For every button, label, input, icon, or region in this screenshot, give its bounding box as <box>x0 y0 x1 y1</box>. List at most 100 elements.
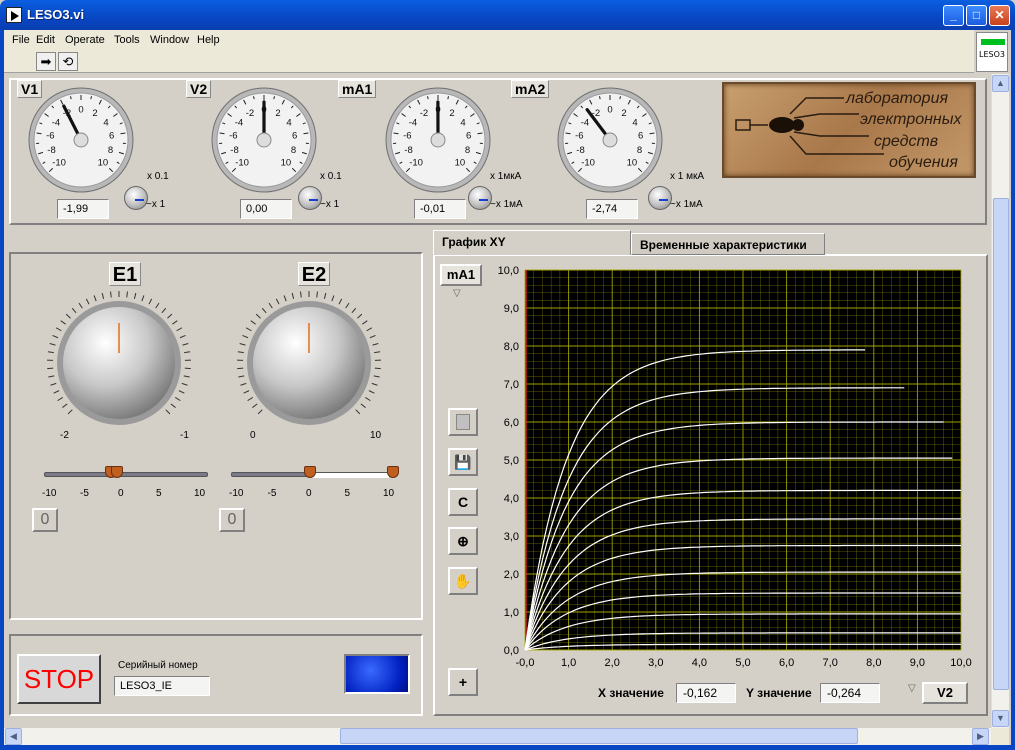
source-label-e1: E1 <box>109 262 141 286</box>
vertical-scrollbar[interactable]: ▲ ▼ <box>991 74 1009 728</box>
vi-connector-icon: LESO3 <box>976 32 1008 72</box>
zoom-icon[interactable]: ⊕ <box>448 527 478 555</box>
source-knob-e2[interactable] <box>234 288 384 438</box>
slider-tick-label: -5 <box>80 488 89 499</box>
y-tick-label: 9,0 <box>504 303 519 315</box>
scroll-right-icon[interactable]: ▶ <box>972 728 989 745</box>
gauge-dial: -10-8-6-4-20246810 <box>28 87 134 193</box>
run-arrow-icon[interactable]: ➡ <box>36 52 56 71</box>
range-selector-knob[interactable] <box>124 186 148 210</box>
scroll-up-icon[interactable]: ▲ <box>992 75 1009 92</box>
save-icon[interactable]: 💾 <box>448 448 478 476</box>
y-tick-label: 1,0 <box>504 607 519 619</box>
knob-min-label: -2 <box>60 430 69 441</box>
pan-hand-icon[interactable]: ✋ <box>448 567 478 595</box>
close-button[interactable]: ✕ <box>989 5 1010 26</box>
maximize-button[interactable]: □ <box>966 5 987 26</box>
x-tick-label: 7,0 <box>823 657 838 669</box>
xy-graph-svg: 0,0 1,0 2,0 3,0 4,0 5,0 6,0 7,0 8,0 9,0 10,0 -0,0 1,… <box>498 265 972 669</box>
menu-tools[interactable]: Tools <box>114 34 140 46</box>
meter-readout-ma2: -2,74 <box>586 199 638 219</box>
gauge-v1: -10-8-6-4-20246810 <box>27 86 135 194</box>
gauge-tick-label: -6 <box>575 131 583 142</box>
menu-edit[interactable]: Edit <box>36 34 55 46</box>
gauge-tick-label: -10 <box>52 157 66 168</box>
gauge-tick-label: -4 <box>409 117 417 128</box>
gauge-tick-label: -6 <box>229 131 237 142</box>
slider-thumb-secondary[interactable] <box>110 466 123 478</box>
gauge-tick-label: 8 <box>108 145 113 156</box>
gauge-tick-label: -4 <box>581 117 589 128</box>
source-slider-track[interactable] <box>44 472 208 477</box>
gauge-tick-label: 2 <box>275 108 280 119</box>
gauge-tick-label: -8 <box>230 145 238 156</box>
vertical-scroll-thumb[interactable] <box>993 198 1009 690</box>
y-channel-selector[interactable]: mA1 <box>440 264 482 286</box>
range-label-bottom: ~x 1 <box>146 199 166 210</box>
x-channel-arrow-icon[interactable]: ▽ <box>908 683 916 694</box>
cursor-crosshair-icon[interactable]: + <box>448 668 478 696</box>
graph-tool-blank[interactable] <box>448 408 478 436</box>
gauge-tick-label: -8 <box>576 145 584 156</box>
scroll-left-icon[interactable]: ◀ <box>5 728 22 745</box>
source-knob-e1[interactable] <box>44 288 194 438</box>
slider-thumb-secondary[interactable] <box>387 466 399 478</box>
slider-tick-label: 10 <box>383 488 395 499</box>
badge-green-bar <box>981 39 1005 45</box>
range-selector-knob[interactable] <box>648 186 672 210</box>
knob-min-label: 0 <box>250 430 256 441</box>
x-tick-label: 2,0 <box>605 657 620 669</box>
status-led <box>344 654 410 694</box>
range-selector-knob[interactable] <box>298 186 322 210</box>
logo-line-1: лаборатория <box>846 90 949 107</box>
x-tick-label: 8,0 <box>866 657 881 669</box>
leso-logo: лаборатория электронных средств обучения <box>722 82 976 178</box>
y-tick-label: 3,0 <box>504 531 519 543</box>
horizontal-scrollbar[interactable]: ◀ ▶ <box>4 728 991 745</box>
minimize-button[interactable]: _ <box>943 5 964 26</box>
source-label-e2: E2 <box>298 262 330 286</box>
serial-field: LESO3_IE <box>114 676 210 696</box>
title-bar: LESO3.vi _ □ ✕ <box>0 0 1015 30</box>
range-label-top: x 1 мкА <box>670 171 705 182</box>
gauge-tick-label: -2 <box>420 108 428 119</box>
meter-label-v2: V2 <box>186 80 212 98</box>
run-continuously-icon[interactable]: ⟲ <box>58 52 78 71</box>
x-value-label: X значение <box>598 686 664 700</box>
menu-bar: File Edit Operate Tools Window Help <box>4 30 974 50</box>
range-selector-knob[interactable] <box>468 186 492 210</box>
gauge-tick-label: -10 <box>581 157 595 168</box>
y-channel-arrow-icon[interactable]: ▽ <box>453 288 461 299</box>
meter-label-ma1: mA1 <box>338 80 377 98</box>
logo-line-2: электронных <box>860 111 962 128</box>
slider-thumb[interactable] <box>304 466 316 478</box>
gauge-tick-label: 6 <box>292 131 297 142</box>
scroll-down-icon[interactable]: ▼ <box>992 710 1009 727</box>
menu-operate[interactable]: Operate <box>65 34 105 46</box>
gauge-tick-label: 4 <box>632 117 637 128</box>
horizontal-scroll-thumb[interactable] <box>340 728 858 744</box>
y-tick-label: 8,0 <box>504 341 519 353</box>
gauge-tick-label: 0 <box>78 105 83 116</box>
gauge-tick-label: 4 <box>286 117 291 128</box>
x-tick-label: 9,0 <box>910 657 925 669</box>
range-label-bottom: ~x 1мА <box>490 199 523 210</box>
tab-xy-graph[interactable]: График XY <box>433 230 631 255</box>
slider-tick-label: 0 <box>118 488 124 499</box>
menu-help[interactable]: Help <box>197 34 220 46</box>
gauge-tick-label: -6 <box>403 131 411 142</box>
slider-tick-label: 0 <box>306 488 312 499</box>
gauge-tick-label: 6 <box>109 131 114 142</box>
stop-button[interactable]: STOP <box>17 654 101 704</box>
logo-line-4: обучения <box>889 154 958 171</box>
x-channel-selector[interactable]: V2 <box>922 682 968 704</box>
tab-time-characteristics[interactable]: Временные характеристики <box>631 233 825 255</box>
gauge-tick-label: 2 <box>92 108 97 119</box>
clear-button[interactable]: C <box>448 488 478 516</box>
menu-window[interactable]: Window <box>150 34 189 46</box>
gauge-tick-label: 6 <box>638 131 643 142</box>
vi-icon <box>6 7 22 23</box>
x-tick-label: 5,0 <box>735 657 750 669</box>
menu-file[interactable]: File <box>12 34 30 46</box>
gauge-tick-label: 8 <box>291 145 296 156</box>
